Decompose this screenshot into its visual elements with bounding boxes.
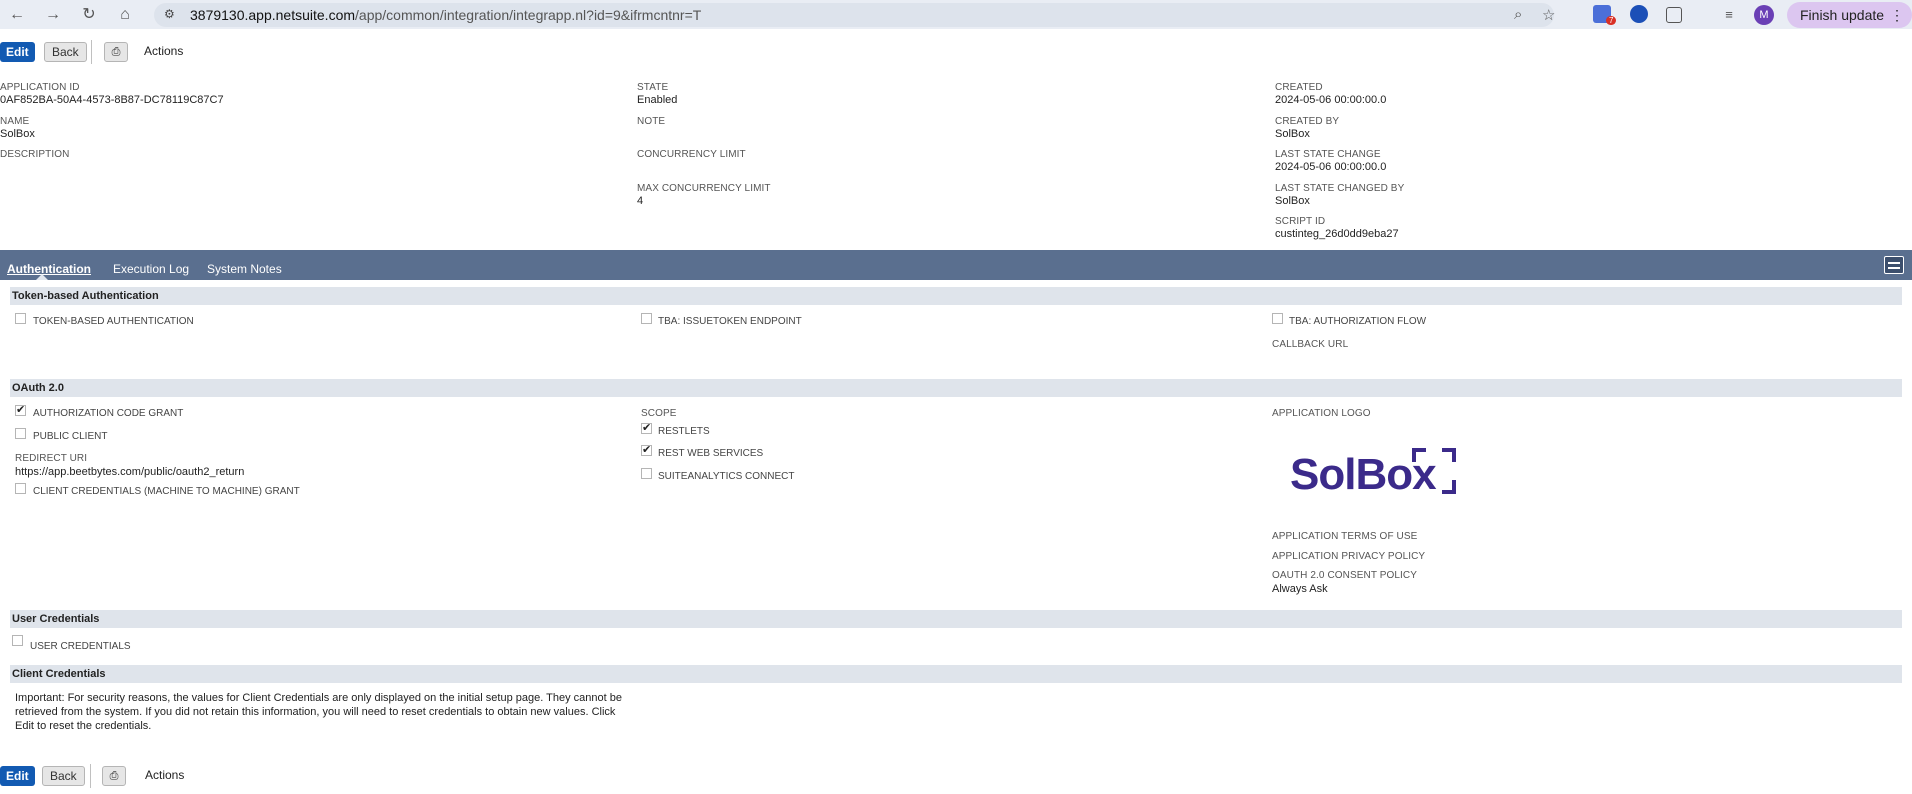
application-id-label: APPLICATION ID <box>0 82 80 93</box>
last-state-changed-by-label: LAST STATE CHANGED BY <box>1275 183 1405 194</box>
logo-corner-tl <box>1412 448 1426 462</box>
scope-label: SCOPE <box>641 408 677 419</box>
state-value: Enabled <box>637 94 678 106</box>
rest-web-services-checkbox[interactable]: ✔ <box>641 445 652 456</box>
client-credentials-grant-label: CLIENT CREDENTIALS (MACHINE TO MACHINE) … <box>33 486 300 497</box>
toolbar-divider <box>91 40 92 64</box>
callback-url-label: CALLBACK URL <box>1272 339 1349 350</box>
privacy-policy-label: APPLICATION PRIVACY POLICY <box>1272 551 1426 562</box>
authflow-checkbox[interactable] <box>1272 313 1283 324</box>
section-user-credentials: User Credentials <box>10 610 1902 628</box>
tba-checkbox[interactable] <box>15 313 26 324</box>
concurrency-limit-label: CONCURRENCY LIMIT <box>637 149 746 160</box>
tab-execution-log[interactable]: Execution Log <box>113 262 189 276</box>
logo-corner-tr <box>1442 448 1456 462</box>
toolbar-divider-bottom <box>90 764 91 788</box>
auth-code-grant-label: AUTHORIZATION CODE GRANT <box>33 408 184 419</box>
name-label: NAME <box>0 116 30 127</box>
max-concurrency-value: 4 <box>637 195 644 207</box>
active-tab-indicator <box>36 274 48 280</box>
actions-menu-bottom[interactable]: Actions <box>145 768 184 782</box>
user-credentials-checkbox[interactable] <box>12 635 23 646</box>
rest-web-services-label: REST WEB SERVICES <box>658 448 764 459</box>
application-logo: SolBox <box>1290 442 1460 502</box>
password-manager-icon[interactable] <box>1630 5 1648 23</box>
consent-policy-label: OAUTH 2.0 CONSENT POLICY <box>1272 570 1418 581</box>
last-state-change-label: LAST STATE CHANGE <box>1275 149 1381 160</box>
logo-corner-br <box>1442 480 1456 494</box>
view-toggle-icon[interactable] <box>1884 256 1904 274</box>
note-label: NOTE <box>637 116 666 127</box>
redirect-uri-value: https://app.beetbytes.com/public/oauth2_… <box>15 466 245 478</box>
section-token-based-auth: Token-based Authentication <box>10 287 1902 305</box>
bookmark-star-icon[interactable]: ☆ <box>1542 6 1555 24</box>
tab-authentication[interactable]: Authentication <box>7 262 91 276</box>
max-concurrency-label: MAX CONCURRENCY LIMIT <box>637 183 771 194</box>
public-client-label: PUBLIC CLIENT <box>33 431 108 442</box>
restlets-label: RESTLETS <box>658 426 710 437</box>
suiteanalytics-checkbox[interactable] <box>641 468 652 479</box>
created-label: CREATED <box>1275 82 1323 93</box>
tab-system-notes[interactable]: System Notes <box>207 262 282 276</box>
issuetoken-checkbox[interactable] <box>641 313 652 324</box>
site-settings-icon[interactable]: ⚙ <box>164 7 175 21</box>
auth-code-grant-checkbox[interactable]: ✔ <box>15 405 26 416</box>
last-state-change-value: 2024-05-06 00:00:00.0 <box>1275 161 1387 173</box>
script-id-value: custinteg_26d0dd9eba27 <box>1275 228 1399 240</box>
address-bar[interactable]: ⚙ 3879130.app.netsuite.com/app/common/in… <box>154 3 1555 27</box>
extension-badge: 7 <box>1606 16 1617 25</box>
terms-of-use-label: APPLICATION TERMS OF USE <box>1272 531 1418 542</box>
redirect-uri-label: REDIRECT URI <box>15 453 88 464</box>
extensions-puzzle-icon[interactable] <box>1666 7 1682 23</box>
back-button[interactable]: Back <box>44 42 87 62</box>
edit-button[interactable]: Edit <box>0 42 35 62</box>
name-value: SolBox <box>0 128 35 140</box>
last-state-changed-by-value: SolBox <box>1275 195 1310 207</box>
section-oauth: OAuth 2.0 <box>10 379 1902 397</box>
tba-label: TOKEN-BASED AUTHENTICATION <box>33 316 194 327</box>
browser-toolbar: ← → ↻ ⌂ ⚙ 3879130.app.netsuite.com/app/c… <box>0 0 1912 29</box>
authflow-label: TBA: AUTHORIZATION FLOW <box>1289 316 1427 327</box>
edit-button-bottom[interactable]: Edit <box>0 766 35 786</box>
reading-list-icon[interactable]: ≡ <box>1718 4 1740 26</box>
issuetoken-label: TBA: ISSUETOKEN ENDPOINT <box>658 316 802 327</box>
created-by-label: CREATED BY <box>1275 116 1340 127</box>
client-credentials-grant-checkbox[interactable] <box>15 483 26 494</box>
script-id-label: SCRIPT ID <box>1275 216 1326 227</box>
application-id-value: 0AF852BA-50A4-4573-8B87-DC78119C87C7 <box>0 94 224 106</box>
user-credentials-label: USER CREDENTIALS <box>30 641 131 652</box>
application-logo-label: APPLICATION LOGO <box>1272 408 1371 419</box>
home-icon[interactable]: ⌂ <box>114 4 136 26</box>
reload-icon[interactable]: ↻ <box>78 4 100 26</box>
created-by-value: SolBox <box>1275 128 1310 140</box>
zoom-icon[interactable]: ⌕ <box>1514 6 1522 23</box>
suiteanalytics-label: SUITEANALYTICS CONNECT <box>658 471 795 482</box>
created-value: 2024-05-06 00:00:00.0 <box>1275 94 1387 106</box>
description-label: DESCRIPTION <box>0 149 70 160</box>
url-text: 3879130.app.netsuite.com/app/common/inte… <box>190 7 702 23</box>
public-client-checkbox[interactable] <box>15 428 26 439</box>
consent-policy-value: Always Ask <box>1272 583 1328 595</box>
actions-menu[interactable]: Actions <box>144 44 183 58</box>
more-vert-icon: ⋮ <box>1890 7 1904 23</box>
back-button-bottom[interactable]: Back <box>42 766 85 786</box>
restlets-checkbox[interactable]: ✔ <box>641 423 652 434</box>
back-arrow-icon[interactable]: ← <box>6 4 28 26</box>
section-client-credentials: Client Credentials <box>10 665 1902 683</box>
forward-arrow-icon[interactable]: → <box>42 4 64 26</box>
avatar[interactable]: M <box>1754 5 1774 25</box>
finish-update-button[interactable]: Finish update ⋮ <box>1787 2 1912 28</box>
client-credentials-notice: Important: For security reasons, the val… <box>15 692 622 732</box>
subtab-bar: Authentication Execution Log System Note… <box>0 250 1912 280</box>
state-label: STATE <box>637 82 669 93</box>
print-icon-bottom[interactable]: ⎙ <box>102 766 126 786</box>
print-icon[interactable]: ⎙ <box>104 42 128 62</box>
